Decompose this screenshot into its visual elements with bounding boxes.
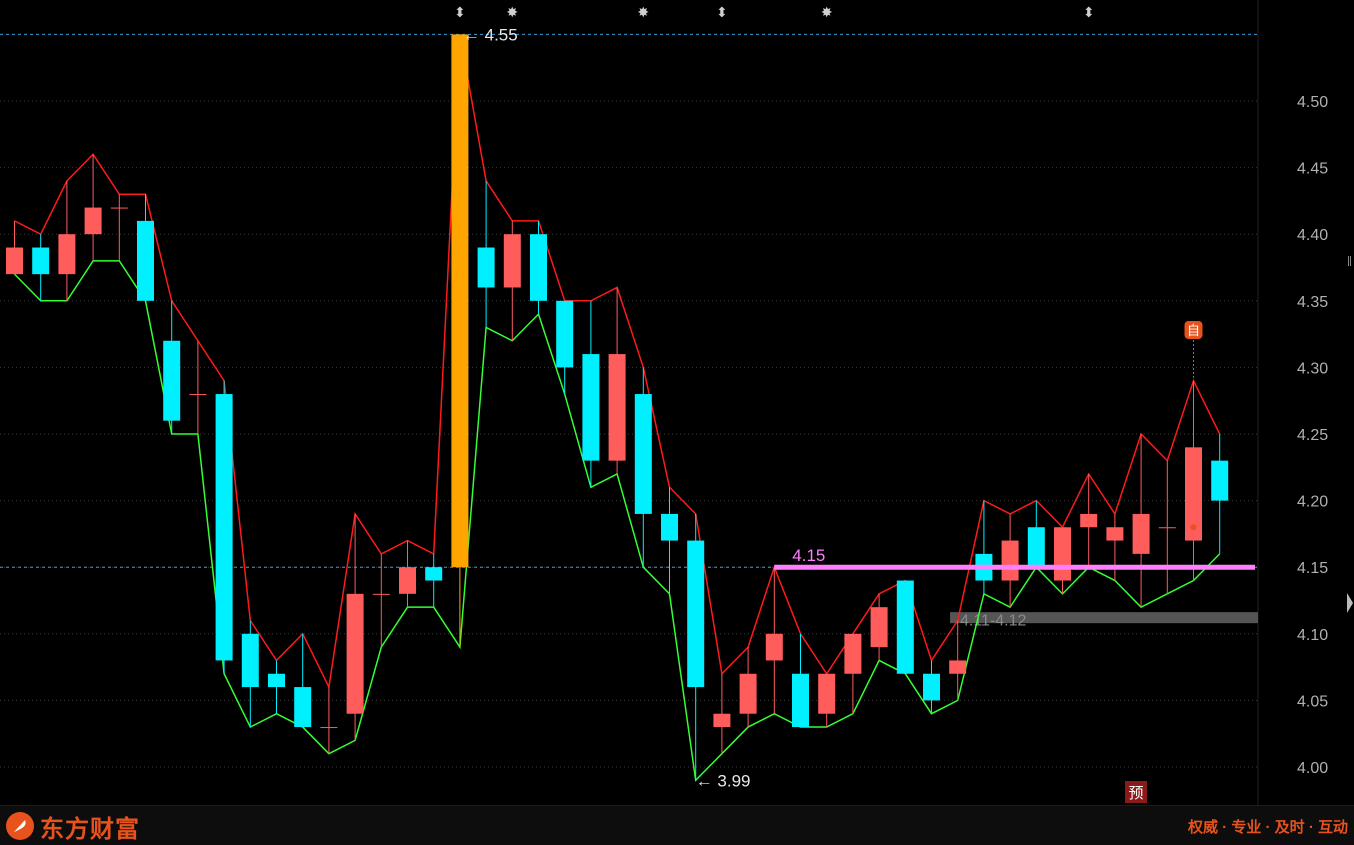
candle-body [792,673,809,728]
candle-body [503,234,521,288]
expand-panel-arrow-icon[interactable] [1346,590,1354,616]
candle-body [163,340,181,421]
footer-bar: 东方财富 权威 · 专业 · 及时 · 互动 [0,805,1354,845]
event-marker-icon: ✸ [821,5,833,21]
candle-body [1211,460,1229,501]
y-tick-label: 4.00 [1297,760,1328,777]
candle-body [477,247,495,288]
candle-body [896,580,914,674]
candle-body [1054,527,1071,581]
self-marker-dot [1190,524,1197,531]
candle-body [1001,540,1019,581]
high-price-marker: ← 4.55 [463,25,518,44]
candle-body [870,607,888,648]
y-tick-label: 4.05 [1297,693,1328,710]
brand-logo[interactable]: 东方财富 [6,810,140,843]
y-tick-label: 4.10 [1297,627,1328,644]
y-tick-label: 4.35 [1297,294,1328,311]
y-tick-label: 4.50 [1297,94,1328,111]
candle-body [189,394,207,396]
panel-resize-grip-icon[interactable] [1345,248,1354,274]
event-marker-icon: ⬍ [454,5,466,21]
candlestick-chart-svg[interactable]: 4.00 4.05 4.10 4.15 4.20 4.25 4.30 4.35 4.40 4.45… [0,0,1354,805]
stock-chart[interactable]: 4.00 4.05 4.10 4.15 4.20 4.25 4.30 4.35 4.40 4.45… [0,0,1354,805]
brand-feather-icon [6,812,34,840]
forecast-badge-label: 预 [1128,784,1143,802]
event-marker-icon: ⬍ [1083,5,1095,21]
candle-body [556,300,574,368]
candle-body [765,633,783,661]
y-tick-label: 4.15 [1297,560,1328,577]
candle-body [844,633,862,674]
candle-body [634,394,652,514]
y-tick-label: 4.40 [1297,227,1328,244]
candle-body [451,34,469,568]
event-marker-icon: ⬍ [716,5,728,21]
candle-body [1158,527,1176,529]
candle-body [661,513,678,541]
event-marker-icon: ✸ [637,5,649,21]
candle-body [241,633,259,688]
candle-body [372,593,390,595]
reference-price-label: 4.15 [792,546,825,565]
candle-body [294,687,312,728]
candle-body [818,673,836,714]
candle-body [687,540,705,688]
brand-slogan: 权威 · 专业 · 及时 · 互动 [1188,819,1348,836]
candle-body [1132,513,1150,554]
candle-body [582,354,600,461]
candle-body [530,234,547,301]
candle-body [6,247,23,275]
brand-name: 东方财富 [40,815,140,843]
y-tick-label: 4.45 [1297,161,1328,178]
candle-body [268,673,285,688]
candle-body [1106,527,1124,541]
candle-body [32,247,50,275]
candle-body [215,394,233,661]
candle-body [346,593,364,714]
candle-body [84,207,102,235]
y-tick-label: 4.25 [1297,427,1328,444]
candle-body [110,207,128,209]
support-band-label: 4.11-4.12 [960,612,1027,629]
low-price-marker: ← 3.99 [696,771,751,790]
candle-body [425,567,443,581]
candle-body [137,220,154,301]
y-tick-label: 4.30 [1297,360,1328,377]
candle-body [923,673,940,701]
candle-body [320,727,338,729]
candle-body [1027,527,1045,568]
candle-body [739,673,757,714]
event-marker-icon: ✸ [506,5,518,21]
candle-body [608,354,626,461]
candle-body [58,234,76,275]
candle-body [949,660,967,674]
y-tick-label: 4.20 [1297,494,1328,511]
candle-body [399,567,416,594]
candle-body [713,713,731,728]
candle-body [1080,513,1098,528]
self-marker-label: 自 [1187,324,1200,339]
